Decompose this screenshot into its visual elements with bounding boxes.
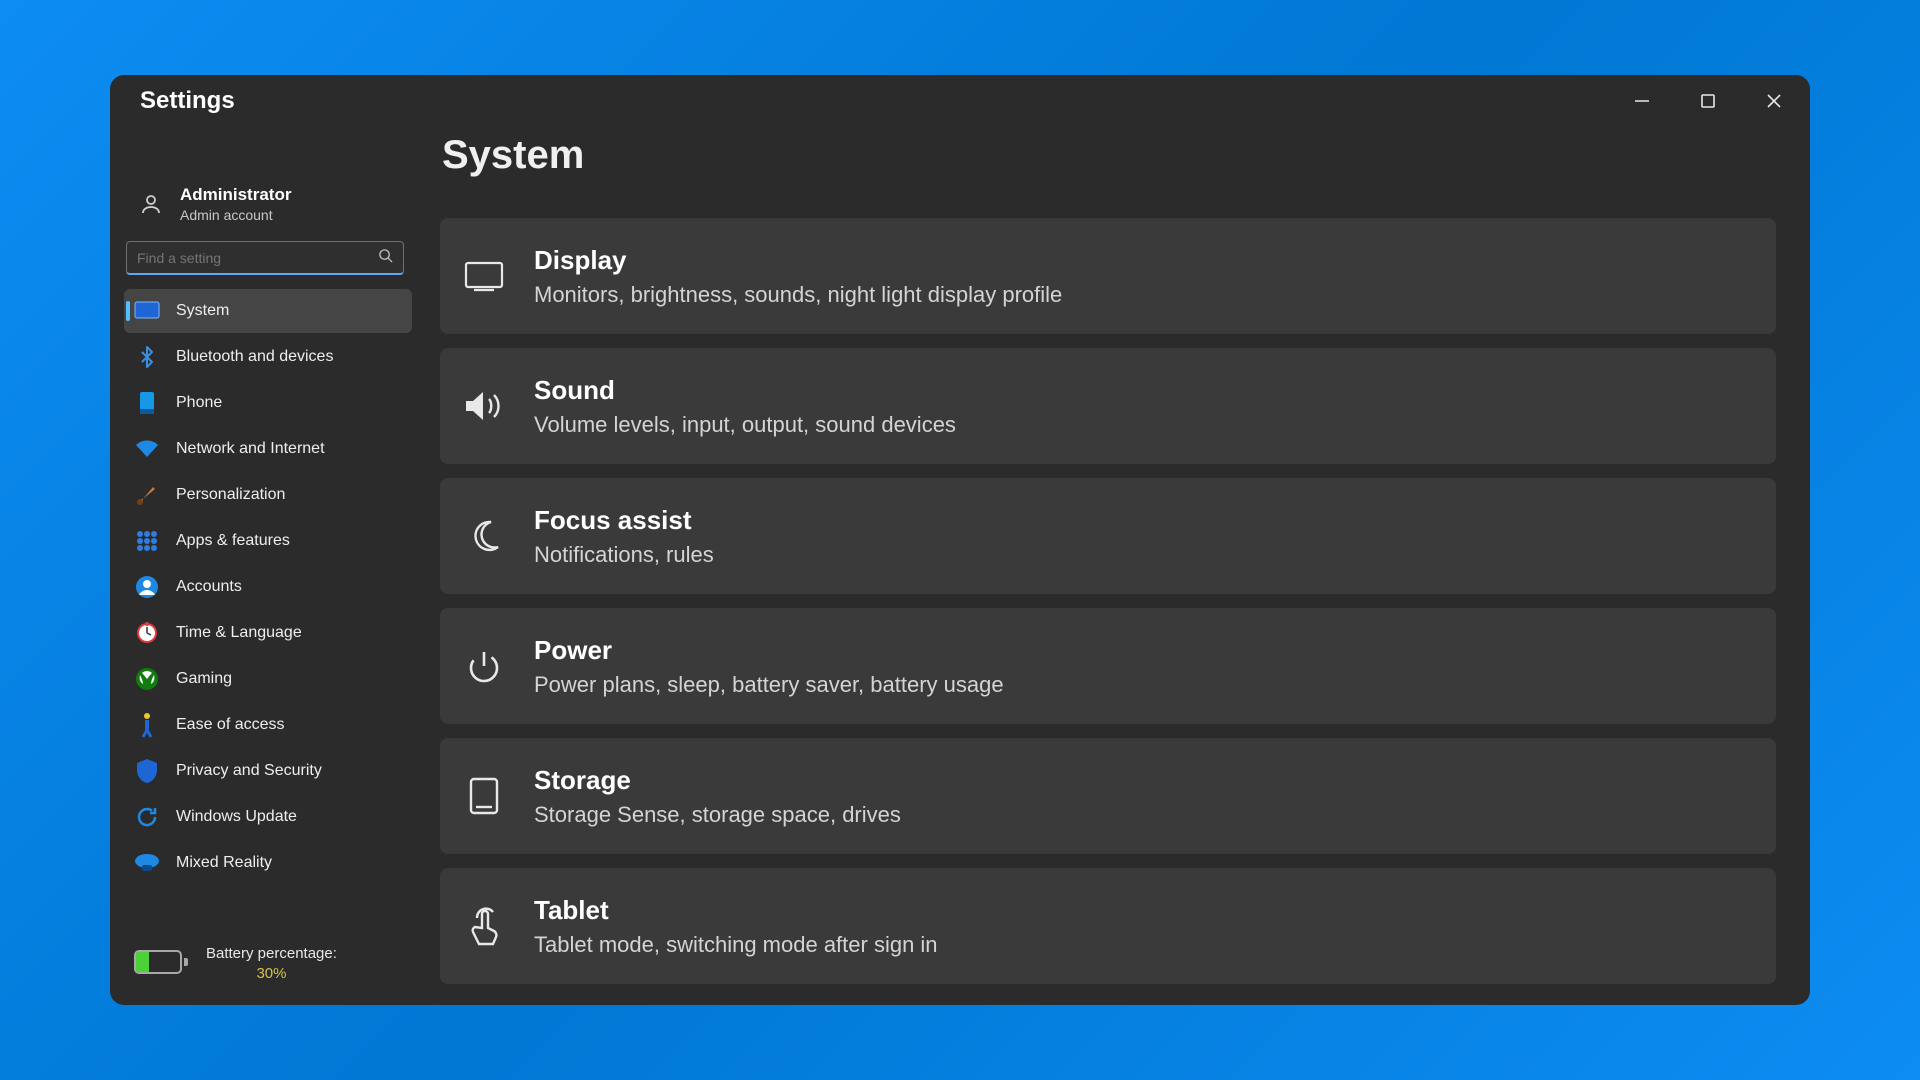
- phone-icon: [134, 390, 160, 416]
- close-button[interactable]: [1756, 83, 1792, 119]
- card-title: Display: [534, 245, 1062, 276]
- battery-label: Battery percentage:: [206, 944, 337, 964]
- card-sound[interactable]: Sound Volume levels, input, output, soun…: [440, 348, 1776, 464]
- sidebar-item-accounts[interactable]: Accounts: [124, 565, 412, 609]
- card-focus-assist[interactable]: Focus assist Notifications, rules: [440, 478, 1776, 594]
- gaming-icon: [134, 666, 160, 692]
- accessibility-icon: [134, 712, 160, 738]
- display-icon: [462, 260, 506, 292]
- sidebar-item-network[interactable]: Network and Internet: [124, 427, 412, 471]
- wifi-icon: [134, 436, 160, 462]
- card-title: Power: [534, 635, 1004, 666]
- sidebar-item-mixed-reality[interactable]: Mixed Reality: [124, 841, 412, 885]
- settings-window: Settings Administrator Admin account: [110, 75, 1810, 1005]
- sidebar-item-system[interactable]: System: [124, 289, 412, 333]
- battery-text: Battery percentage: 30%: [206, 944, 337, 983]
- mixed-reality-icon: [134, 850, 160, 876]
- card-title: Storage: [534, 765, 901, 796]
- sidebar-item-label: Accounts: [176, 578, 242, 596]
- main-panel: System Display Monitors, brightness, sou…: [420, 75, 1810, 1005]
- search-icon: [378, 248, 393, 268]
- battery-icon: [134, 950, 188, 978]
- sidebar-item-label: Ease of access: [176, 716, 285, 734]
- brush-icon: [134, 482, 160, 508]
- sidebar-item-label: Time & Language: [176, 624, 302, 642]
- sidebar-item-personalization[interactable]: Personalization: [124, 473, 412, 517]
- account-name: Administrator: [180, 185, 291, 205]
- nav-list: System Bluetooth and devices Phone Netwo…: [110, 285, 420, 885]
- sidebar-item-windows-update[interactable]: Windows Update: [124, 795, 412, 839]
- sidebar-item-apps[interactable]: Apps & features: [124, 519, 412, 563]
- user-icon: [138, 191, 164, 217]
- moon-icon: [462, 518, 506, 554]
- account-block[interactable]: Administrator Admin account: [110, 185, 420, 241]
- card-list: Display Monitors, brightness, sounds, ni…: [440, 218, 1782, 984]
- sidebar-item-label: Apps & features: [176, 532, 290, 550]
- card-power[interactable]: Power Power plans, sleep, battery saver,…: [440, 608, 1776, 724]
- storage-icon: [462, 776, 506, 816]
- shield-icon: [134, 758, 160, 784]
- sidebar-item-label: Personalization: [176, 486, 285, 504]
- search-input[interactable]: [127, 250, 403, 266]
- apps-icon: [134, 528, 160, 554]
- sidebar-item-label: Mixed Reality: [176, 854, 272, 872]
- battery-value: 30%: [206, 964, 337, 984]
- card-sub: Volume levels, input, output, sound devi…: [534, 412, 956, 438]
- window-controls: [1624, 83, 1792, 119]
- sidebar-item-label: Phone: [176, 394, 222, 412]
- sidebar-item-label: System: [176, 302, 229, 320]
- search-box[interactable]: [126, 241, 404, 275]
- sidebar-item-gaming[interactable]: Gaming: [124, 657, 412, 701]
- card-title: Tablet: [534, 895, 938, 926]
- minimize-button[interactable]: [1624, 83, 1660, 119]
- card-sub: Tablet mode, switching mode after sign i…: [534, 932, 938, 958]
- sidebar-item-label: Gaming: [176, 670, 232, 688]
- sidebar-item-privacy[interactable]: Privacy and Security: [124, 749, 412, 793]
- card-title: Sound: [534, 375, 956, 406]
- accounts-icon: [134, 574, 160, 600]
- maximize-button[interactable]: [1690, 83, 1726, 119]
- sidebar-item-phone[interactable]: Phone: [124, 381, 412, 425]
- card-sub: Monitors, brightness, sounds, night ligh…: [534, 282, 1062, 308]
- battery-fill: [136, 952, 149, 972]
- card-sub: Storage Sense, storage space, drives: [534, 802, 901, 828]
- card-title: Focus assist: [534, 505, 714, 536]
- card-storage[interactable]: Storage Storage Sense, storage space, dr…: [440, 738, 1776, 854]
- card-tablet[interactable]: Tablet Tablet mode, switching mode after…: [440, 868, 1776, 984]
- page-title: System: [442, 133, 1782, 178]
- touch-icon: [462, 906, 506, 946]
- sidebar-item-label: Privacy and Security: [176, 762, 322, 780]
- system-icon: [134, 298, 160, 324]
- sound-icon: [462, 388, 506, 424]
- sidebar-item-label: Bluetooth and devices: [176, 348, 333, 366]
- power-icon: [462, 648, 506, 684]
- card-sub: Power plans, sleep, battery saver, batte…: [534, 672, 1004, 698]
- sidebar-item-label: Network and Internet: [176, 440, 325, 458]
- sidebar-item-label: Windows Update: [176, 808, 297, 826]
- sidebar-item-time-language[interactable]: Time & Language: [124, 611, 412, 655]
- battery-status: Battery percentage: 30%: [110, 928, 420, 1005]
- sidebar-item-accessibility[interactable]: Ease of access: [124, 703, 412, 747]
- card-sub: Notifications, rules: [534, 542, 714, 568]
- bluetooth-icon: [134, 344, 160, 370]
- update-icon: [134, 804, 160, 830]
- account-sub: Admin account: [180, 207, 291, 223]
- sidebar: Administrator Admin account System: [110, 75, 420, 1005]
- card-display[interactable]: Display Monitors, brightness, sounds, ni…: [440, 218, 1776, 334]
- clock-icon: [134, 620, 160, 646]
- sidebar-item-bluetooth[interactable]: Bluetooth and devices: [124, 335, 412, 379]
